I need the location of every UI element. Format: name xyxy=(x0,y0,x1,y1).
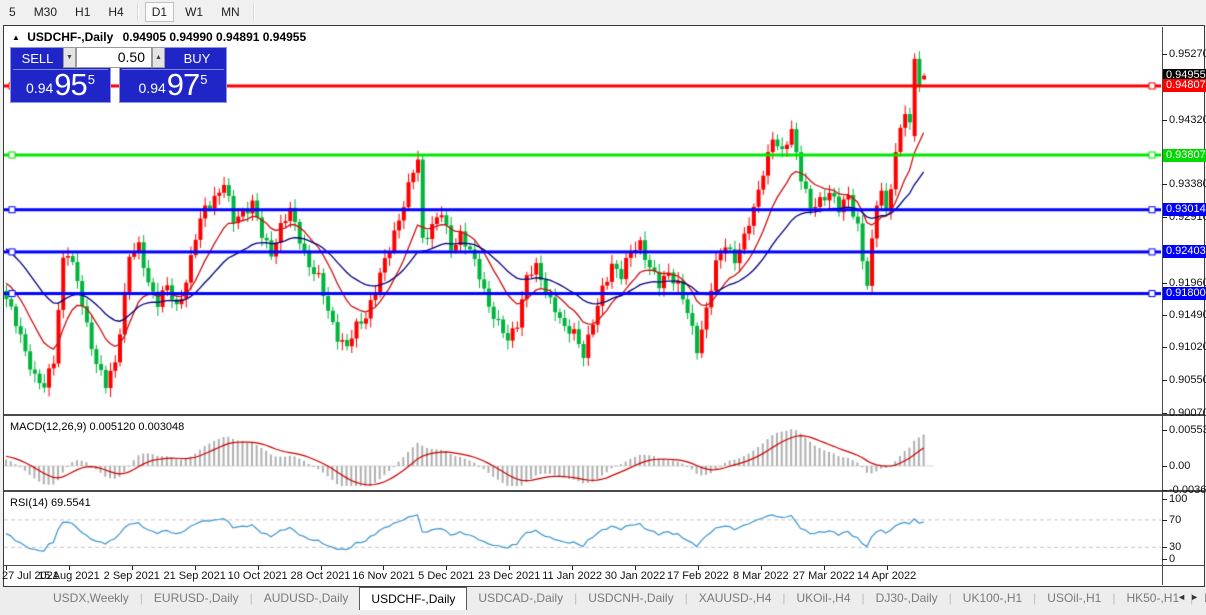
rsi-axis-tick-dash xyxy=(1162,520,1167,521)
timeframe-5[interactable]: 5 xyxy=(2,2,23,22)
time-axis-label: 2 Sep 2021 xyxy=(104,570,160,582)
tab-usdchf-daily[interactable]: USDCHF-,Daily xyxy=(359,587,467,610)
rsi-axis-tick-dash xyxy=(1162,499,1167,500)
price-axis-tick-label: 0.94320 xyxy=(1169,114,1206,126)
rsi-axis-tick-label: 30 xyxy=(1169,541,1181,553)
price-axis-tick-dash xyxy=(1162,120,1167,121)
blue-level-badge-3: 0.91800 xyxy=(1163,287,1206,300)
timeframe-m30[interactable]: M30 xyxy=(27,2,64,22)
volume-input[interactable]: 0.50 xyxy=(76,47,152,68)
rsi-axis-tick-label: 0 xyxy=(1169,553,1175,565)
blue-level-badge-2: 0.92403 xyxy=(1163,245,1206,258)
timeframe-d1[interactable]: D1 xyxy=(145,2,174,22)
panel-separator[interactable] xyxy=(4,414,1204,416)
tab-uk100-h1[interactable]: UK100-,H1 xyxy=(952,587,1033,610)
volume-control: ▼ 0.50 ▲ xyxy=(63,47,165,68)
rsi-panel-canvas[interactable] xyxy=(4,493,1161,564)
price-axis-tick-dash xyxy=(1162,315,1167,316)
chart-symbol-label: USDCHF-,Daily xyxy=(27,30,113,44)
time-axis-label: 14 Apr 2022 xyxy=(857,570,916,582)
time-axis-label: 5 Dec 2021 xyxy=(418,570,474,582)
time-axis-label: 23 Dec 2021 xyxy=(478,570,540,582)
tab-scroll-right-icon[interactable]: ► xyxy=(1190,592,1203,602)
price-axis-tick-dash xyxy=(1162,380,1167,381)
tab-scroll-left-icon[interactable]: ◄ xyxy=(1177,592,1190,602)
tab-usoil-h1[interactable]: USOil-,H1 xyxy=(1036,587,1112,610)
panel-separator[interactable] xyxy=(4,490,1204,492)
timeframe-h4[interactable]: H4 xyxy=(101,2,130,22)
price-axis-tick-label: 0.91020 xyxy=(1169,341,1206,353)
macd-axis-tick-dash xyxy=(1162,430,1167,431)
tab-audusd-daily[interactable]: AUDUSD-,Daily xyxy=(253,587,360,610)
macd-axis-tick-dash xyxy=(1162,466,1167,467)
panel-separator xyxy=(4,565,1204,566)
macd-axis-tick-dash xyxy=(1162,490,1167,491)
sell-price: 0.94 95 5 xyxy=(11,70,110,102)
tab-eurusd-daily[interactable]: EURUSD-,Daily xyxy=(143,587,250,610)
timeframe-w1[interactable]: W1 xyxy=(178,2,210,22)
price-axis-tick-label: 0.91490 xyxy=(1169,309,1206,321)
volume-increase-button[interactable]: ▲ xyxy=(152,47,165,68)
price-axis-tick-dash xyxy=(1162,54,1167,55)
rsi-axis-tick-label: 100 xyxy=(1169,493,1187,505)
time-axis-label: 17 Feb 2022 xyxy=(667,570,729,582)
tab-xauusd-h4[interactable]: XAUUSD-,H4 xyxy=(688,587,783,610)
toolbar-separator xyxy=(137,3,139,21)
price-axis-border xyxy=(1162,27,1163,585)
time-axis-label: 27 Mar 2022 xyxy=(793,570,855,582)
chart-ohlc-quotes: 0.94905 0.94990 0.94891 0.94955 xyxy=(123,30,307,44)
price-axis-tick-dash xyxy=(1162,413,1167,414)
tab-usdcad-daily[interactable]: USDCAD-,Daily xyxy=(467,587,574,610)
macd-label: MACD(12,26,9) 0.005120 0.003048 xyxy=(10,421,184,433)
timeframe-h1[interactable]: H1 xyxy=(68,2,97,22)
tab-scroll-arrows: ◄► xyxy=(1177,592,1203,602)
buy-price-sup: 5 xyxy=(200,72,207,87)
rsi-axis-tick-dash xyxy=(1162,559,1167,560)
red-level-badge: 0.94807 xyxy=(1163,79,1206,92)
tab-ukoil-h4[interactable]: UKOil-,H4 xyxy=(786,587,862,610)
time-axis-label: 16 Nov 2021 xyxy=(352,570,414,582)
tab-usdx-weekly[interactable]: USDX,Weekly xyxy=(42,587,140,610)
time-axis-label: 30 Jan 2022 xyxy=(605,570,666,582)
collapse-icon[interactable]: ▲ xyxy=(12,33,20,42)
time-axis-label: 21 Sep 2021 xyxy=(163,570,225,582)
timeframe-toolbar: 5M30H1H4 D1W1MN xyxy=(0,0,1206,24)
timeframe-mn[interactable]: MN xyxy=(214,2,247,22)
rsi-axis-tick-dash xyxy=(1162,547,1167,548)
sell-button-label: SELL xyxy=(11,48,64,69)
green-level-badge: 0.93807 xyxy=(1163,149,1206,162)
buy-price-big: 97 xyxy=(167,70,199,100)
buy-price-base: 0.94 xyxy=(139,80,166,96)
toolbar-separator xyxy=(253,3,255,21)
price-axis-tick-label: 0.93380 xyxy=(1169,178,1206,190)
sell-price-base: 0.94 xyxy=(26,80,53,96)
trading-terminal: { "toolbar": { "items": [ {"label": "5",… xyxy=(0,0,1206,615)
time-axis-label: 11 Jan 2022 xyxy=(542,570,602,582)
price-axis-tick-dash xyxy=(1162,347,1167,348)
buy-price: 0.94 97 5 xyxy=(120,70,226,102)
buy-button-label: BUY xyxy=(166,48,228,69)
volume-decrease-button[interactable]: ▼ xyxy=(63,47,76,68)
blue-level-badge-1: 0.93014 xyxy=(1163,203,1206,216)
macd-axis-tick-label: 0.00 xyxy=(1169,460,1190,472)
sell-price-big: 95 xyxy=(54,70,86,100)
rsi-axis-tick-label: 70 xyxy=(1169,514,1181,526)
price-axis-tick-dash xyxy=(1162,217,1167,218)
time-axis-label: 10 Oct 2021 xyxy=(228,570,288,582)
sell-price-sup: 5 xyxy=(88,72,95,87)
price-axis-tick-dash xyxy=(1162,283,1167,284)
tab-usdcnh-daily[interactable]: USDCNH-,Daily xyxy=(577,587,684,610)
price-axis-tick-label: 0.90550 xyxy=(1169,374,1206,386)
time-axis-label: 15 Aug 2021 xyxy=(38,570,100,582)
price-axis-tick-label: 0.90070 xyxy=(1169,407,1206,419)
rsi-label: RSI(14) 69.5541 xyxy=(10,497,91,509)
time-axis-label: 28 Oct 2021 xyxy=(291,570,351,582)
macd-axis-tick-label: 0.005537 xyxy=(1169,424,1206,436)
tab-dj30-daily[interactable]: DJ30-,Daily xyxy=(865,587,949,610)
symbol-tab-bar: USDX,Weekly|EURUSD-,Daily|AUDUSD-,DailyU… xyxy=(0,587,1206,615)
price-axis-tick-dash xyxy=(1162,184,1167,185)
time-axis-label: 8 Mar 2022 xyxy=(733,570,789,582)
chart-title: ▲ USDCHF-,Daily 0.94905 0.94990 0.94891 … xyxy=(12,30,306,44)
price-axis-tick-label: 0.95270 xyxy=(1169,48,1206,60)
